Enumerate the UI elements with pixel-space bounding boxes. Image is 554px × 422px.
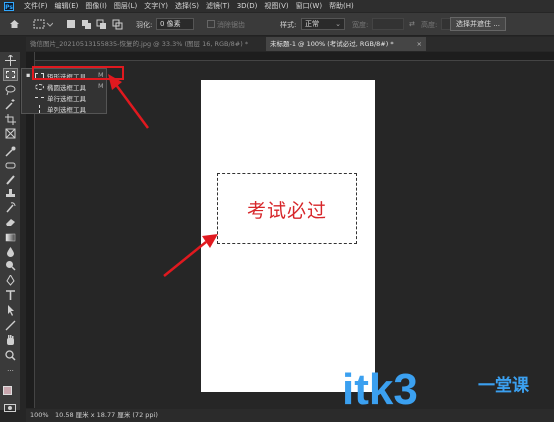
magic-wand-icon[interactable]: [5, 99, 16, 110]
selected-bullet-icon: ▪: [26, 71, 31, 79]
flyout-item-ellipse-marquee[interactable]: 椭圆选框工具 M: [22, 81, 106, 92]
ruler-horizontal: [26, 52, 554, 61]
width-label: 宽度:: [352, 21, 369, 29]
menu-filter[interactable]: 滤镜(T): [206, 1, 230, 11]
frame-tool-icon[interactable]: [5, 128, 16, 139]
arrow-to-selection-icon: [163, 234, 218, 277]
zoom-level[interactable]: 100%: [30, 409, 49, 422]
menu-help[interactable]: 帮助(H): [329, 1, 354, 11]
watermark-logo-cn: 一堂课: [478, 376, 529, 396]
crop-tool-icon[interactable]: [5, 114, 16, 125]
photoshop-logo-icon: Ps: [4, 1, 14, 11]
menu-edit[interactable]: 编辑(E): [55, 1, 79, 11]
canvas-text-layer: 考试必过: [246, 200, 327, 222]
clone-stamp-icon[interactable]: [5, 188, 16, 199]
foreground-color-swatch[interactable]: [3, 386, 12, 395]
document-tabs: 微信图片_20210513155835-恢复的.jpg @ 33.3% (图层 …: [26, 37, 554, 51]
select-and-mask-button[interactable]: 选择并遮住 ...: [450, 17, 506, 31]
marquee-preset-icon[interactable]: [33, 19, 53, 30]
eraser-icon[interactable]: [5, 216, 16, 227]
status-bar: 100% 10.58 厘米 x 18.77 厘米 (72 ppi): [26, 409, 554, 422]
single-column-marquee-icon: [39, 105, 40, 113]
blur-tool-icon[interactable]: [5, 246, 16, 257]
brush-tool-icon[interactable]: [5, 174, 16, 185]
feather-label: 羽化:: [136, 21, 153, 29]
selection-mode-icons[interactable]: [66, 19, 126, 30]
dodge-tool-icon[interactable]: [5, 260, 16, 271]
menu-select[interactable]: 选择(S): [175, 1, 199, 11]
menu-3d[interactable]: 3D(D): [237, 2, 258, 10]
height-label: 高度:: [421, 21, 438, 29]
tools-panel: ···: [0, 52, 20, 412]
eyedropper-icon[interactable]: [5, 146, 16, 157]
flyout-item-single-column-marquee[interactable]: 单列选框工具: [22, 103, 106, 114]
tab-label: 微信图片_20210513155835-恢复的.jpg @ 33.3% (图层 …: [30, 40, 249, 48]
single-row-marquee-icon: [35, 97, 44, 98]
home-icon[interactable]: [9, 19, 20, 29]
flyout-item-single-row-marquee[interactable]: 单行选框工具: [22, 92, 106, 103]
style-value: 正常: [305, 20, 319, 28]
style-select[interactable]: 正常 ⌄: [301, 18, 345, 30]
zoom-tool-icon[interactable]: [5, 350, 16, 361]
hand-tool-icon[interactable]: [5, 335, 16, 346]
gradient-tool-icon[interactable]: [5, 232, 16, 243]
style-label: 样式:: [280, 21, 297, 29]
menu-file[interactable]: 文件(F): [24, 1, 48, 11]
tab-label: 未标题-1 @ 100% (考试必过, RGB/8#) *: [270, 40, 394, 48]
tab-document-1[interactable]: 微信图片_20210513155835-恢复的.jpg @ 33.3% (图层 …: [26, 37, 266, 51]
tab-document-2[interactable]: 未标题-1 @ 100% (考试必过, RGB/8#) * ×: [266, 37, 426, 51]
path-selection-icon[interactable]: [5, 305, 16, 316]
menu-layer[interactable]: 图层(L): [114, 1, 137, 11]
lasso-tool-icon[interactable]: [5, 85, 16, 96]
width-input[interactable]: [372, 18, 404, 30]
document-info: 10.58 厘米 x 18.77 厘米 (72 ppi): [55, 411, 158, 419]
menu-type[interactable]: 文字(Y): [144, 1, 168, 11]
move-tool-icon[interactable]: [5, 55, 16, 66]
feather-input[interactable]: 0 像素: [156, 18, 194, 30]
flyout-item-label: 单列选框工具: [47, 106, 86, 114]
flyout-item-label: 单行选框工具: [47, 95, 86, 103]
menu-bar: Ps 文件(F) 编辑(E) 图像(I) 图层(L) 文字(Y) 选择(S) 滤…: [0, 0, 554, 12]
ellipse-marquee-icon: [35, 84, 44, 90]
history-brush-icon[interactable]: [5, 202, 16, 213]
healing-brush-icon[interactable]: [5, 160, 16, 171]
menu-view[interactable]: 视图(V): [264, 1, 288, 11]
menu-image[interactable]: 图像(I): [85, 1, 107, 11]
menu-window[interactable]: 窗口(W): [296, 1, 322, 11]
flyout-item-label: 椭圆选框工具: [47, 84, 86, 92]
pen-tool-icon[interactable]: [5, 275, 16, 286]
type-tool-icon[interactable]: [5, 290, 16, 301]
quick-mask-icon[interactable]: [4, 404, 16, 412]
line-tool-icon[interactable]: [5, 320, 16, 331]
more-tools-icon[interactable]: ···: [5, 366, 16, 377]
arrow-to-flyout-icon: [108, 74, 150, 129]
close-icon[interactable]: ×: [417, 37, 422, 51]
marquee-tool-icon[interactable]: [3, 68, 18, 81]
options-bar: 羽化: 0 像素 消除锯齿 样式: 正常 ⌄ 宽度: ⇄ 高度: 选择并遮住 ..…: [0, 13, 554, 36]
chevron-down-icon: ⌄: [335, 20, 341, 28]
antialias-checkbox[interactable]: 消除锯齿: [207, 20, 245, 30]
antialias-label: 消除锯齿: [217, 21, 245, 29]
swap-icon[interactable]: ⇄: [409, 20, 415, 28]
watermark-logo: itk3: [342, 365, 418, 414]
